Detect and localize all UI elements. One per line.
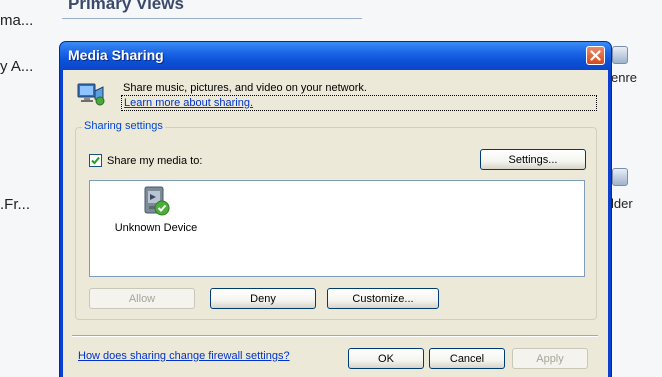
dialog-titlebar[interactable]: Media Sharing [60, 42, 611, 70]
background-right-item[interactable]: enre [611, 70, 637, 85]
apply-button[interactable]: Apply [512, 348, 588, 369]
close-button[interactable] [586, 46, 605, 65]
share-media-label: Share my media to: [107, 154, 203, 167]
device-name: Unknown Device [114, 222, 198, 234]
media-device-icon [144, 186, 170, 216]
dialog-title: Media Sharing [68, 47, 164, 63]
sharing-settings-group: Sharing settings Share my media to: Sett… [75, 120, 597, 320]
background-left-item[interactable]: ma... [0, 12, 33, 29]
device-item[interactable]: Unknown Device [112, 184, 200, 234]
close-icon [590, 50, 601, 61]
background-divider [62, 18, 362, 19]
cancel-button[interactable]: Cancel [429, 348, 505, 369]
ok-button[interactable]: OK [348, 348, 424, 369]
sharing-description: Share music, pictures, and video on your… [123, 82, 367, 94]
background-left-item[interactable]: .Fr... [0, 196, 30, 213]
firewall-settings-link[interactable]: How does sharing change firewall setting… [78, 350, 290, 362]
footer-separator [72, 335, 598, 337]
share-media-row[interactable]: Share my media to: [89, 154, 202, 167]
device-list[interactable]: Unknown Device [89, 180, 585, 277]
customize-button[interactable]: Customize... [327, 288, 439, 309]
media-sharing-icon [77, 83, 105, 106]
group-label: Sharing settings [82, 120, 165, 132]
folder-icon [612, 168, 628, 186]
background-heading: Primary Views [68, 0, 184, 13]
genre-folder-icon [612, 46, 628, 64]
dialog-body: Share music, pictures, and video on your… [63, 70, 608, 377]
allow-button[interactable]: Allow [89, 288, 195, 309]
settings-button[interactable]: Settings... [480, 149, 586, 170]
media-sharing-dialog: Media Sharing Share music, pictures, and… [59, 41, 612, 377]
background-right-item[interactable]: lder [611, 196, 633, 211]
learn-more-link[interactable]: Learn more about sharing. [121, 95, 597, 111]
deny-button[interactable]: Deny [210, 288, 316, 309]
checkmark-icon [91, 156, 100, 165]
background-left-item[interactable]: y A... [0, 58, 33, 75]
share-media-checkbox[interactable] [89, 154, 102, 167]
